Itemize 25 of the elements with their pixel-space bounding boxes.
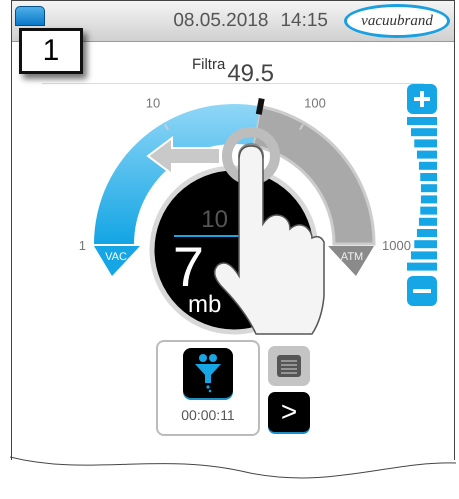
scale-label: 10: [146, 96, 160, 111]
scale-label: 1: [78, 238, 86, 253]
time-text: 14:15: [280, 10, 328, 31]
mode-label: Filtra: [192, 56, 226, 73]
vac-marker[interactable]: [94, 246, 140, 276]
pressure-reading: 10: [201, 206, 228, 233]
setpoint-value: 49.5: [227, 60, 274, 88]
step-callout: 1: [19, 28, 83, 74]
atm-label: ATM: [340, 251, 364, 263]
brand-logo: vacuubrand: [344, 4, 450, 38]
next-button[interactable]: >: [268, 392, 310, 432]
timer-text: 00:00:11: [181, 407, 235, 423]
menu-button[interactable]: [268, 346, 310, 386]
scale-label: 100: [304, 96, 326, 111]
plus-icon: [413, 90, 431, 108]
vac-label: VAC: [105, 251, 127, 263]
menu-icon: [277, 355, 301, 377]
home-button[interactable]: [15, 6, 45, 26]
increase-button[interactable]: [407, 84, 437, 114]
date-text: 08.05.2018: [173, 10, 268, 31]
program-button[interactable]: [183, 348, 233, 398]
setpoint-marker: [256, 98, 265, 115]
scale-label: 1000: [382, 238, 411, 253]
decrease-button[interactable]: [407, 276, 437, 306]
minus-icon: [413, 289, 431, 293]
